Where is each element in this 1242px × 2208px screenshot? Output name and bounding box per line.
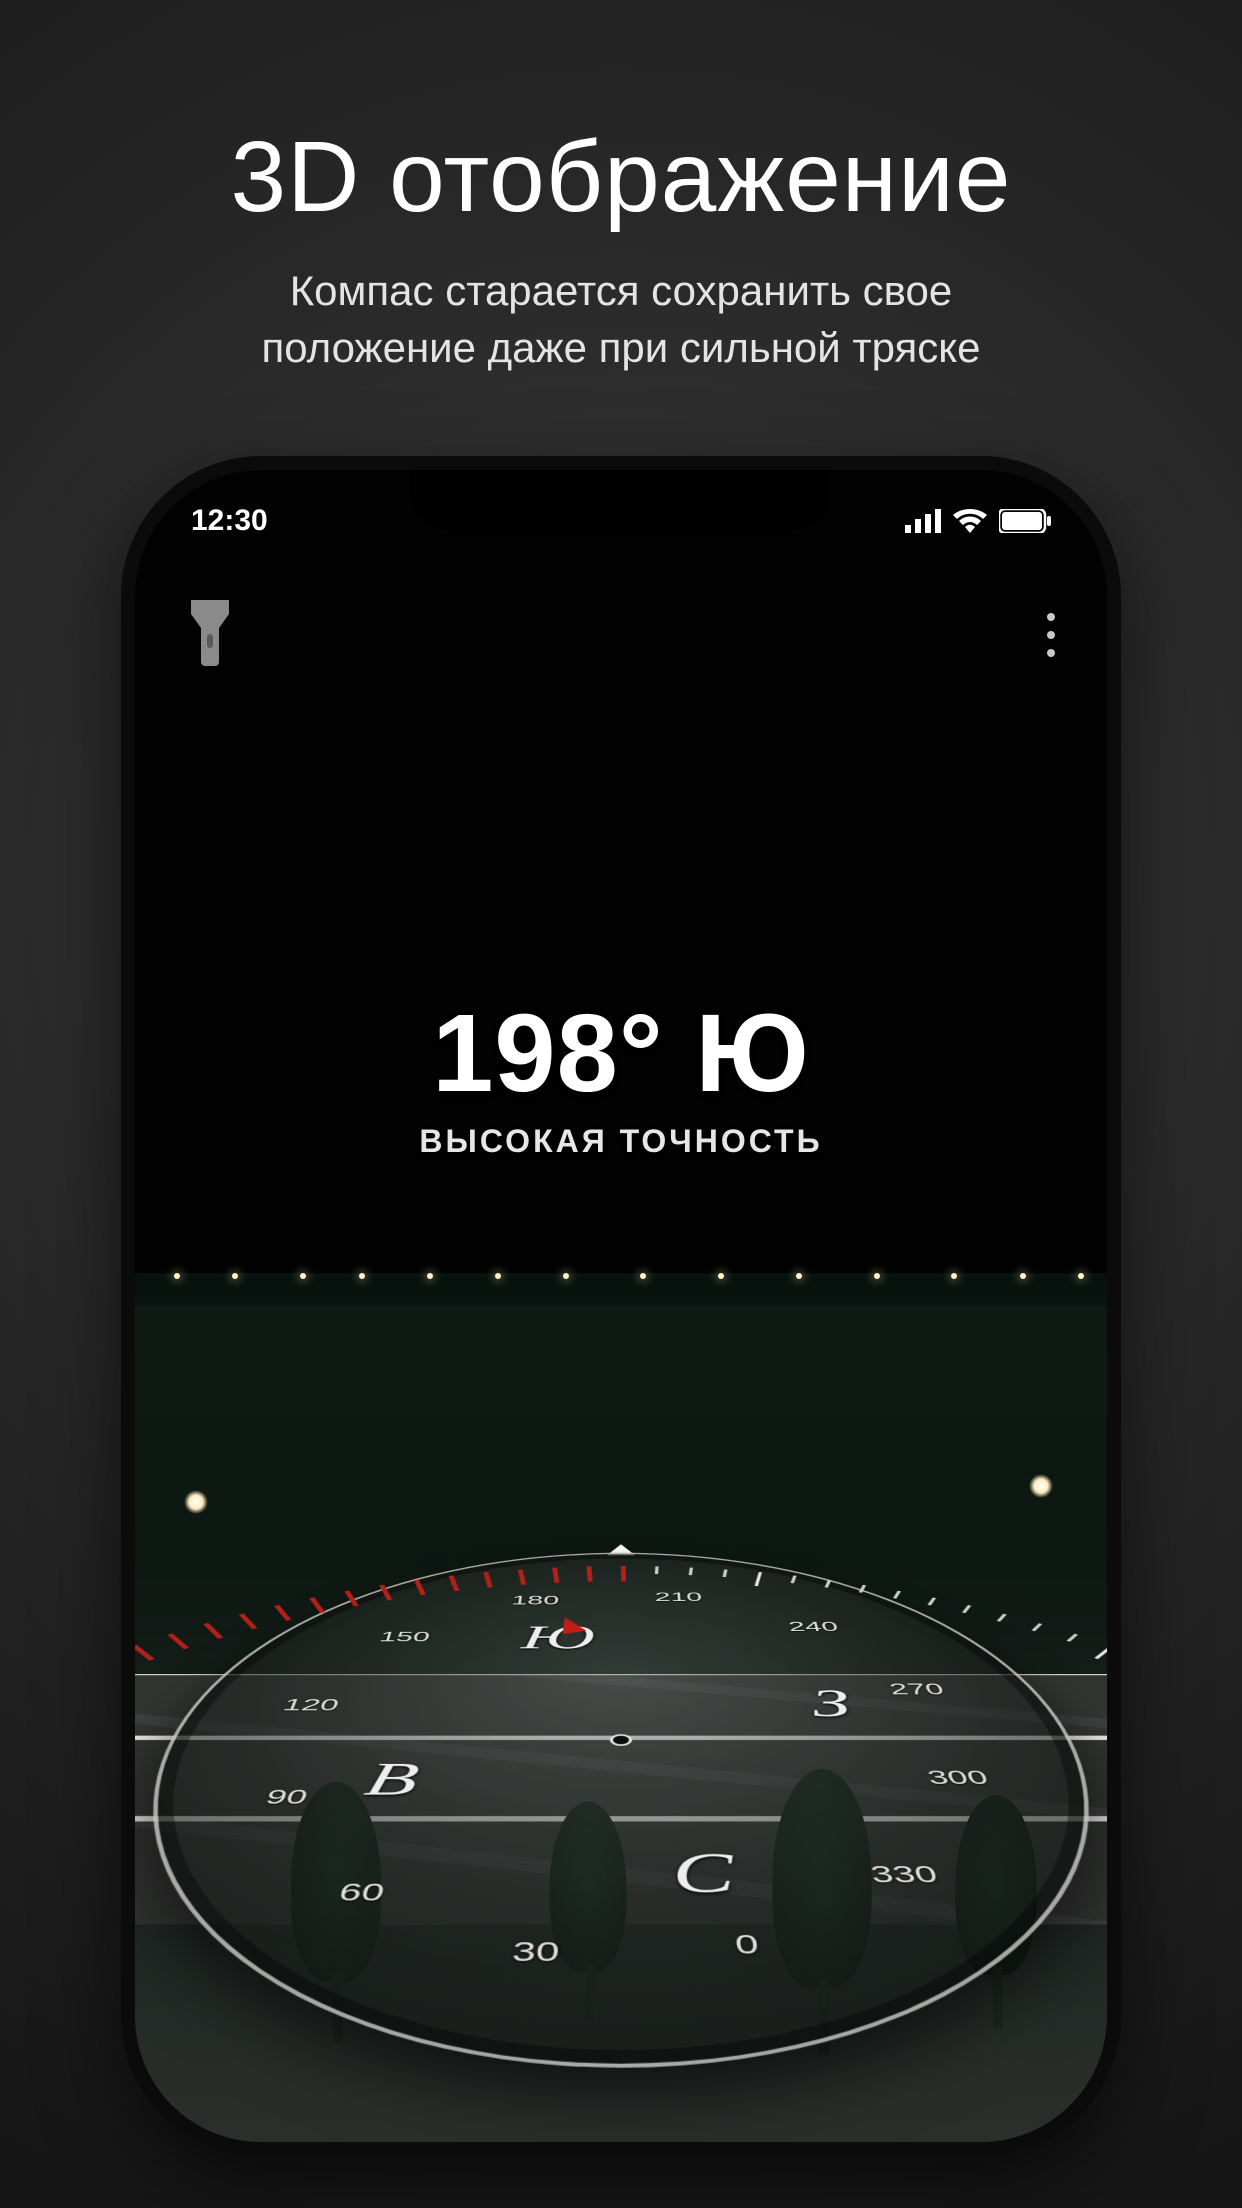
compass-degree-label: 60	[335, 1879, 387, 1908]
compass-tick	[587, 1567, 593, 1582]
compass-tick	[689, 1568, 693, 1576]
wifi-icon	[953, 509, 987, 533]
compass-degree-label: 210	[654, 1590, 703, 1604]
compass-tick	[518, 1570, 526, 1586]
accuracy-label: высокая точность	[135, 1123, 1107, 1160]
heading-readout: 198° Ю	[135, 990, 1107, 1117]
compass-tick	[168, 1634, 189, 1650]
compass-tick	[552, 1568, 559, 1583]
app-toolbar	[135, 590, 1107, 680]
device-mockup: 12:30	[121, 456, 1121, 2156]
compass-tick	[825, 1580, 832, 1588]
compass-tick	[414, 1580, 426, 1596]
compass-tick	[483, 1572, 493, 1588]
compass-degree-label: 330	[868, 1862, 941, 1890]
compass-degree-label: 300	[924, 1767, 992, 1790]
compass-tick	[379, 1585, 392, 1601]
compass-tick	[927, 1598, 936, 1606]
menu-dot-icon	[1047, 613, 1055, 621]
flashlight-icon	[187, 600, 233, 666]
compass-tick	[859, 1585, 866, 1593]
battery-icon	[999, 509, 1051, 533]
compass-tick	[203, 1623, 223, 1639]
compass-cardinal-n: С	[671, 1843, 738, 1907]
compass-degree-label: 150	[377, 1629, 432, 1645]
status-bar: 12:30	[135, 496, 1107, 546]
marketing-subtitle: Компас старается сохранить свое положени…	[261, 263, 980, 376]
phone-frame: 12:30	[121, 456, 1121, 2156]
compass-tick	[239, 1614, 257, 1630]
compass-tick	[755, 1572, 762, 1586]
compass-tick	[344, 1591, 358, 1607]
more-menu-button[interactable]	[1047, 613, 1055, 657]
flashlight-button[interactable]	[187, 600, 233, 671]
compass-degree-label: 0	[734, 1930, 761, 1962]
menu-dot-icon	[1047, 649, 1055, 657]
compass-tick	[449, 1576, 460, 1592]
compass-degree-label: 120	[280, 1696, 342, 1715]
status-time: 12:30	[191, 504, 268, 538]
compass-tick	[274, 1605, 291, 1621]
compass-tick	[962, 1605, 971, 1613]
compass-tick	[1032, 1623, 1043, 1631]
compass-degree-label: 240	[787, 1619, 840, 1635]
compass-degree-label: 90	[262, 1786, 311, 1809]
compass-degree-label: 180	[510, 1593, 559, 1608]
app-screen: 12:30	[135, 470, 1107, 2142]
compass-degree-label: 270	[887, 1680, 947, 1698]
marketing-headline: 3D отображение	[230, 120, 1011, 235]
compass-tick	[791, 1576, 797, 1584]
marketing-subtitle-line: положение даже при сильной тряске	[261, 324, 980, 371]
compass-dial[interactable]: 0306090120150180210240270300330СВЮЗ	[171, 1290, 1071, 2142]
signal-icon	[905, 509, 941, 533]
compass-tick	[723, 1570, 728, 1578]
compass-degree-label: 30	[511, 1937, 561, 1969]
compass-tick	[621, 1566, 626, 1581]
compass-tick	[309, 1598, 325, 1614]
menu-dot-icon	[1047, 631, 1055, 639]
compass-tick	[997, 1614, 1007, 1622]
compass-face: 0306090120150180210240270300330СВЮЗ	[135, 1553, 1107, 2068]
compass-cardinal-e: В	[359, 1754, 423, 1807]
compass-tick	[893, 1591, 901, 1599]
compass-hub	[610, 1735, 632, 1747]
compass-tick	[655, 1567, 659, 1575]
marketing-subtitle-line: Компас старается сохранить свое	[290, 267, 953, 314]
